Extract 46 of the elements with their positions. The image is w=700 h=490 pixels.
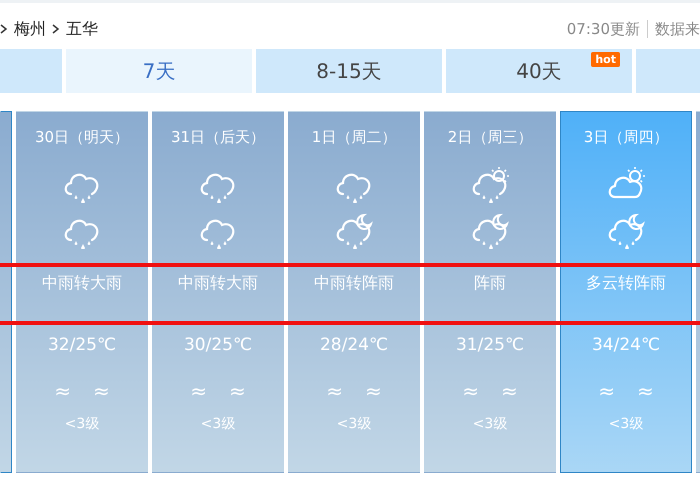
update-time: 07:30更新 [566, 18, 640, 40]
wind-icon: ≈ [93, 376, 110, 406]
wind-level: <3级 [64, 415, 100, 434]
wind-icon: ≈ [598, 376, 615, 406]
wind-icon: ≈ [326, 376, 343, 406]
wind-icon: ≈ [462, 376, 479, 406]
data-source-link[interactable]: 数据来 [655, 18, 700, 40]
day-card[interactable]: 2日（周三） 阵雨 31/25℃ ≈ ≈ <3级 [424, 111, 556, 473]
weather-text: 中雨转大雨 [178, 272, 258, 294]
wind-icon: ≈ [501, 376, 518, 406]
chevron-icon [0, 24, 8, 34]
temperature: 32/25℃ [48, 334, 116, 356]
wind-icon: ≈ [190, 376, 207, 406]
wind-icon: ≈ [229, 376, 246, 406]
wind-level: <3级 [472, 415, 508, 434]
tab[interactable]: 8-15天 [256, 49, 442, 93]
hot-badge: hot [591, 52, 620, 67]
day-card[interactable]: 1日（周二） 中雨转阵雨 28/24℃ ≈ ≈ <3级 [288, 111, 420, 473]
weather-text: 中雨转大雨 [42, 272, 122, 294]
temperature: 34/24℃ [592, 334, 660, 356]
wind-level: <3级 [608, 415, 644, 434]
weather-text: 阵雨 [474, 272, 506, 294]
day-card[interactable]: 31日（后天） 中雨转大雨 30/25℃ ≈ ≈ <3级 [152, 111, 284, 473]
date-label: 2日（周三） [448, 127, 532, 148]
tab[interactable]: 7天 [66, 49, 252, 93]
wind-level: <3级 [200, 415, 236, 434]
temperature: 30/25℃ [184, 334, 252, 356]
chevron-icon [52, 24, 60, 34]
wind-level: <3级 [336, 415, 372, 434]
day-card[interactable]: 30日（明天） 中雨转大雨 32/25℃ ≈ ≈ <3级 [16, 111, 148, 473]
day-card[interactable]: 3日（周四） 多云转阵雨 34/24℃ ≈ ≈ <3级 [560, 111, 692, 473]
temperature: 28/24℃ [320, 334, 388, 356]
date-label: 3日（周四） [584, 127, 668, 148]
wind-icon: ≈ [637, 376, 654, 406]
wind-icon: ≈ [54, 376, 71, 406]
date-label: 1日（周二） [312, 127, 396, 148]
breadcrumb-link[interactable]: 梅州 [14, 17, 46, 41]
weather-text: 中雨转阵雨 [314, 272, 394, 294]
date-label: 31日（后天） [170, 127, 266, 148]
temperature: 31/25℃ [456, 334, 524, 356]
date-label: 30日（明天） [34, 127, 130, 148]
breadcrumb-link[interactable]: 五华 [66, 17, 98, 41]
wind-icon: ≈ [365, 376, 382, 406]
tab[interactable]: 40天 hot [446, 49, 632, 93]
weather-text: 多云转阵雨 [586, 272, 666, 294]
day-card[interactable] [0, 111, 12, 473]
